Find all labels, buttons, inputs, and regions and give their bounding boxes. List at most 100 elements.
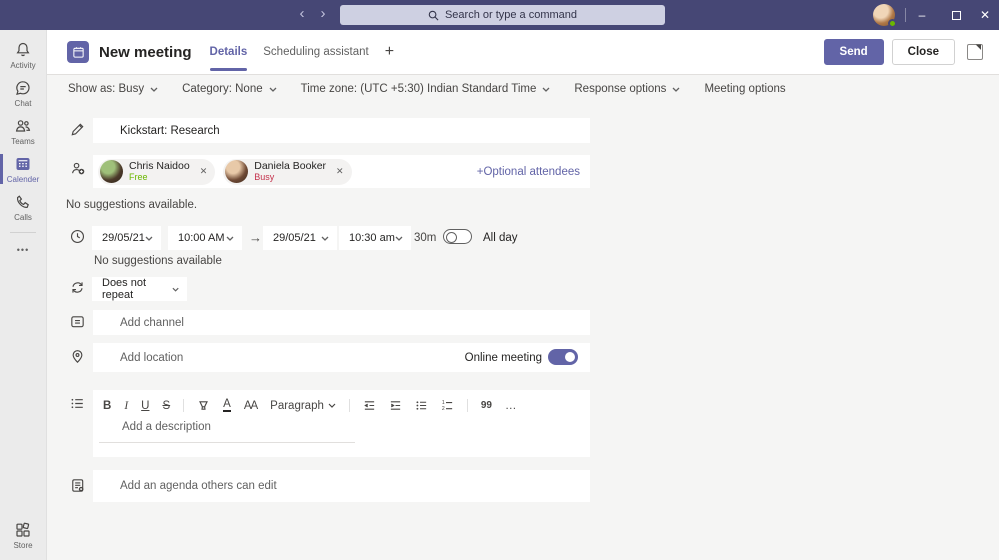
online-meeting-toggle[interactable] xyxy=(548,349,578,365)
pencil-icon xyxy=(69,121,86,138)
title-value: Kickstart: Research xyxy=(120,125,220,137)
more-formatting-button[interactable]: … xyxy=(505,400,517,412)
sidebar-label: Activity xyxy=(10,61,35,70)
indent-button[interactable] xyxy=(389,399,402,412)
meeting-form: Show as: Busy Category: None Time zone: … xyxy=(47,75,999,560)
description-underline xyxy=(99,442,355,443)
sidebar-item-store[interactable]: Store xyxy=(0,516,47,554)
paragraph-dropdown[interactable]: Paragraph xyxy=(270,400,336,412)
numbered-list-button[interactable]: 12 xyxy=(441,399,454,412)
attendee-status: Free xyxy=(129,172,190,182)
toolbar-divider xyxy=(183,399,184,412)
timezone-dropdown[interactable]: Time zone: (UTC +5:30) Indian Standard T… xyxy=(301,83,551,95)
sidebar-item-calls[interactable]: Calls xyxy=(0,188,47,226)
meeting-calendar-icon xyxy=(67,41,89,63)
response-options-dropdown[interactable]: Response options xyxy=(574,83,680,95)
attendee-name: Chris Naidoo xyxy=(129,161,190,172)
add-tab-button[interactable]: + xyxy=(385,39,394,65)
send-button[interactable]: Send xyxy=(824,39,884,65)
sidebar-more-button[interactable]: ••• xyxy=(17,239,29,261)
font-size-button[interactable]: AA xyxy=(244,400,257,412)
sidebar-divider xyxy=(10,232,36,233)
maximize-button[interactable] xyxy=(942,0,970,30)
tab-scheduling-assistant[interactable]: Scheduling assistant xyxy=(263,42,368,62)
chat-icon xyxy=(14,79,32,97)
meeting-header: New meeting Details Scheduling assistant… xyxy=(47,30,999,75)
nav-back-icon[interactable]: ‹ xyxy=(292,0,312,30)
repeat-icon xyxy=(69,279,86,296)
close-window-button[interactable]: ✕ xyxy=(971,0,999,30)
italic-button[interactable]: I xyxy=(124,400,128,412)
presence-dot xyxy=(888,19,897,28)
title-input[interactable]: Kickstart: Research xyxy=(93,118,590,143)
sidebar-label: Calender xyxy=(7,175,39,184)
chevron-down-icon xyxy=(150,87,158,92)
sidebar-item-calendar[interactable]: Calender xyxy=(0,150,47,188)
outdent-button[interactable] xyxy=(363,399,376,412)
bold-button[interactable]: B xyxy=(103,400,111,412)
sidebar-item-teams[interactable]: Teams xyxy=(0,112,47,150)
nav-forward-icon[interactable]: › xyxy=(313,0,333,30)
svg-text:2: 2 xyxy=(442,406,445,412)
font-color-button[interactable]: A xyxy=(223,399,231,412)
description-editor[interactable]: B I U S A AA Paragraph xyxy=(93,390,590,457)
duration-text: 30m xyxy=(414,232,436,244)
minimize-button[interactable]: – xyxy=(908,0,936,30)
store-icon xyxy=(14,521,32,539)
attendee-chip: Chris Naidoo Free ✕ xyxy=(98,159,215,185)
chevron-down-icon xyxy=(542,87,550,92)
remove-attendee-icon[interactable]: ✕ xyxy=(200,166,208,177)
all-day-label: All day xyxy=(483,232,518,244)
tab-details[interactable]: Details xyxy=(210,42,248,62)
location-input[interactable]: Add location Online meeting xyxy=(93,343,590,372)
user-avatar[interactable] xyxy=(873,4,895,26)
start-date-select[interactable]: 29/05/21 xyxy=(92,226,161,250)
sidebar-label: Chat xyxy=(15,99,32,108)
all-day-toggle[interactable] xyxy=(443,229,472,244)
underline-button[interactable]: U xyxy=(141,400,149,412)
sidebar-label: Calls xyxy=(14,213,32,222)
online-meeting-label: Online meeting xyxy=(465,352,542,364)
formatting-toolbar: B I U S A AA Paragraph xyxy=(93,390,590,412)
category-dropdown[interactable]: Category: None xyxy=(182,83,277,95)
optional-attendees-button[interactable]: +Optional attendees xyxy=(477,166,580,178)
channel-input[interactable]: Add channel xyxy=(93,310,590,335)
location-placeholder: Add location xyxy=(120,352,183,364)
meeting-options-link[interactable]: Meeting options xyxy=(704,83,785,95)
attendee-avatar xyxy=(100,160,123,183)
sidebar-label: Store xyxy=(13,541,32,550)
calendar-icon xyxy=(14,155,32,173)
search-placeholder: Search or type a command xyxy=(445,9,577,21)
agenda-icon xyxy=(69,477,86,494)
sidebar-item-activity[interactable]: Activity xyxy=(0,36,47,74)
quote-button[interactable]: 99 xyxy=(481,400,492,411)
end-date-select[interactable]: 29/05/21 xyxy=(263,226,337,250)
bulleted-list-button[interactable] xyxy=(415,399,428,412)
highlight-button[interactable] xyxy=(197,399,210,412)
app-sidebar: Activity Chat Teams Calender Calls ••• S… xyxy=(0,30,47,560)
popout-icon[interactable] xyxy=(967,44,983,60)
show-as-dropdown[interactable]: Show as: Busy xyxy=(68,83,158,95)
agenda-placeholder: Add an agenda others can edit xyxy=(120,480,277,492)
end-time-select[interactable]: 10:30 am xyxy=(339,226,411,250)
strikethrough-button[interactable]: S xyxy=(162,400,170,412)
start-time-select[interactable]: 10:00 AM xyxy=(168,226,242,250)
attendee-avatar xyxy=(225,160,248,183)
maximize-icon xyxy=(952,11,961,20)
chevron-down-icon xyxy=(145,236,153,241)
remove-attendee-icon[interactable]: ✕ xyxy=(336,166,344,177)
clock-icon xyxy=(69,228,86,245)
attendee-chip: Daniela Booker Busy ✕ xyxy=(223,159,351,185)
close-button[interactable]: Close xyxy=(892,39,955,65)
attendees-field[interactable]: Chris Naidoo Free ✕ Daniela Booker Busy … xyxy=(93,155,590,188)
agenda-input[interactable]: Add an agenda others can edit xyxy=(93,470,590,502)
attendee-name: Daniela Booker xyxy=(254,161,326,172)
chevron-down-icon xyxy=(321,236,329,241)
search-icon xyxy=(428,10,439,21)
arrow-right-icon: → xyxy=(249,230,262,245)
sidebar-item-chat[interactable]: Chat xyxy=(0,74,47,112)
recurrence-select[interactable]: Does not repeat xyxy=(92,277,187,301)
search-input[interactable]: Search or type a command xyxy=(340,5,665,25)
chevron-down-icon xyxy=(226,236,234,241)
phone-icon xyxy=(14,193,32,211)
